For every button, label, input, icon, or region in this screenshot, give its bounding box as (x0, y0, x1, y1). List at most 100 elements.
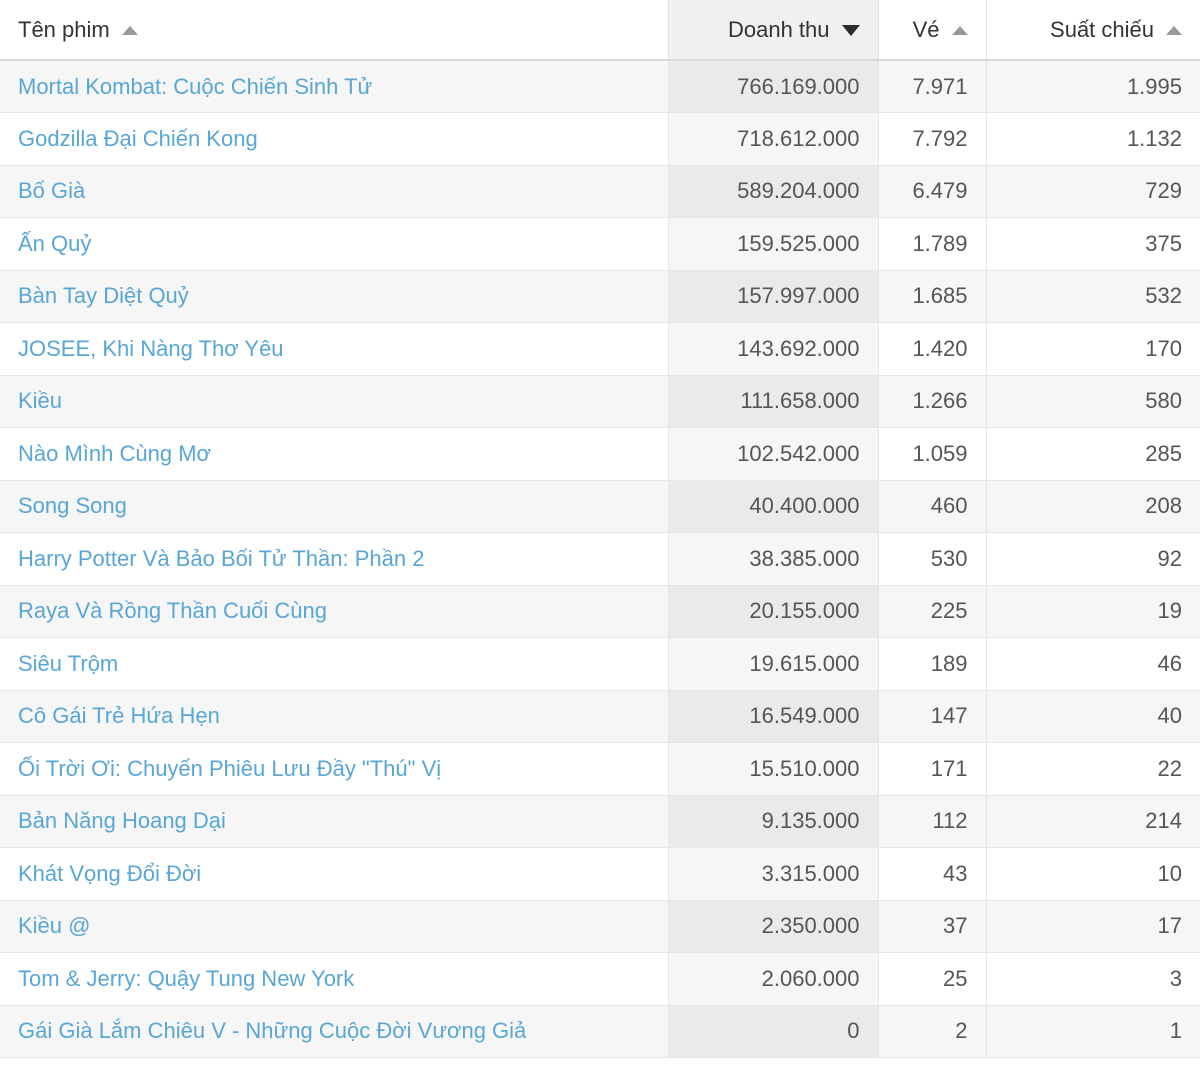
cell-shows: 285 (986, 427, 1200, 481)
cell-shows: 22 (986, 742, 1200, 796)
cell-shows: 214 (986, 795, 1200, 848)
cell-tickets: 147 (878, 690, 987, 743)
table-row[interactable]: JOSEE, Khi Nàng Thơ Yêu 143.692.000 1.420 1… (0, 322, 1200, 376)
table-row[interactable]: Nào Mình Cùng Mơ 102.542.000 1.059 285 (0, 427, 1200, 481)
cell-revenue: 111.658.000 (668, 375, 879, 428)
cell-revenue: 38.385.000 (668, 532, 879, 586)
movie-title-link[interactable]: Ấn Quỷ (18, 231, 91, 256)
movie-title-link[interactable]: Bố Già (18, 178, 85, 203)
movie-title-link[interactable]: Mortal Kombat: Cuộc Chiến Sinh Tử (18, 74, 372, 99)
cell-shows: 170 (986, 322, 1200, 376)
column-header-ve[interactable]: Vé (878, 0, 987, 61)
table-row[interactable]: Bố Già 589.204.000 6.479 729 (0, 165, 1200, 218)
table-row[interactable]: Tom & Jerry: Quậy Tung New York 2.060.000… (0, 952, 1200, 1006)
table-row[interactable]: Khát Vọng Đổi Đời 3.315.000 43 10 (0, 847, 1200, 901)
table-row[interactable]: Cô Gái Trẻ Hứa Hẹn 16.549.000 147 40 (0, 690, 1200, 743)
column-header-label-ve: Vé (912, 16, 940, 42)
column-header-doanh-thu[interactable]: Doanh thu (668, 0, 879, 61)
movie-title-link[interactable]: Tom & Jerry: Quậy Tung New York (18, 966, 354, 991)
table-row[interactable]: Raya Và Rồng Thần Cuối Cùng 20.155.000 225… (0, 585, 1200, 638)
table-row[interactable]: Harry Potter Và Bảo Bối Tử Thần: Phần 2 3… (0, 532, 1200, 586)
table-row[interactable]: Kiều @ 2.350.000 37 17 (0, 900, 1200, 953)
cell-movie-name: Khát Vọng Đổi Đời (0, 847, 669, 901)
cell-shows: 729 (986, 165, 1200, 218)
cell-tickets: 189 (878, 637, 987, 691)
table-row[interactable]: Gái Già Lắm Chiêu V - Những Cuộc Đời Vươ… (0, 1005, 1200, 1058)
cell-movie-name: Kiều (0, 375, 669, 428)
cell-movie-name: Ấn Quỷ (0, 217, 669, 271)
cell-revenue: 15.510.000 (668, 742, 879, 796)
cell-shows: 10 (986, 847, 1200, 901)
cell-shows: 40 (986, 690, 1200, 743)
table-row[interactable]: Godzilla Đại Chiến Kong 718.612.000 7.792 1… (0, 112, 1200, 166)
movie-title-link[interactable]: Siêu Trộm (18, 651, 118, 676)
cell-shows: 375 (986, 217, 1200, 271)
cell-tickets: 171 (878, 742, 987, 796)
table-head: Tên phim Doanh thu Vé Suất chiếu (0, 0, 1200, 61)
column-header-ten-phim[interactable]: Tên phim (0, 0, 669, 61)
table-row[interactable]: Mortal Kombat: Cuộc Chiến Sinh Tử 766.169… (0, 60, 1200, 113)
cell-tickets: 7.792 (878, 112, 987, 166)
table-row[interactable]: Bản Năng Hoang Dại 9.135.000 112 214 (0, 795, 1200, 848)
cell-movie-name: Mortal Kombat: Cuộc Chiến Sinh Tử (0, 60, 669, 113)
cell-revenue: 157.997.000 (668, 270, 879, 323)
cell-shows: 1.995 (986, 60, 1200, 113)
movie-revenue-table: Tên phim Doanh thu Vé Suất chiếu Mortal … (0, 0, 1200, 1058)
movie-title-link[interactable]: Bàn Tay Diệt Quỷ (18, 283, 189, 308)
cell-tickets: 112 (878, 795, 987, 848)
cell-revenue: 102.542.000 (668, 427, 879, 481)
cell-movie-name: Ối Trời Ơi: Chuyến Phiêu Lưu Đầy "Thú" V… (0, 742, 669, 796)
caret-up-icon[interactable] (121, 26, 138, 35)
cell-revenue: 40.400.000 (668, 480, 879, 533)
cell-revenue: 16.549.000 (668, 690, 879, 743)
cell-movie-name: Kiều @ (0, 900, 669, 953)
cell-revenue: 20.155.000 (668, 585, 879, 638)
movie-title-link[interactable]: Cô Gái Trẻ Hứa Hẹn (18, 703, 220, 728)
cell-tickets: 1.789 (878, 217, 987, 271)
column-header-label-suat-chieu: Suất chiếu (1050, 16, 1154, 42)
table-row[interactable]: Ấn Quỷ 159.525.000 1.789 375 (0, 217, 1200, 271)
cell-revenue: 2.060.000 (668, 952, 879, 1006)
table-row[interactable]: Ối Trời Ơi: Chuyến Phiêu Lưu Đầy "Thú" V… (0, 742, 1200, 796)
movie-title-link[interactable]: Gái Già Lắm Chiêu V - Những Cuộc Đời Vươ… (18, 1018, 526, 1043)
caret-down-icon[interactable] (841, 25, 860, 36)
cell-revenue: 3.315.000 (668, 847, 879, 901)
cell-revenue: 766.169.000 (668, 60, 879, 113)
cell-revenue: 143.692.000 (668, 322, 879, 376)
cell-shows: 17 (986, 900, 1200, 953)
cell-movie-name: Song Song (0, 480, 669, 533)
table-row[interactable]: Bàn Tay Diệt Quỷ 157.997.000 1.685 532 (0, 270, 1200, 323)
cell-shows: 1.132 (986, 112, 1200, 166)
cell-movie-name: Godzilla Đại Chiến Kong (0, 112, 669, 166)
cell-revenue: 589.204.000 (668, 165, 879, 218)
cell-tickets: 530 (878, 532, 987, 586)
movie-title-link[interactable]: JOSEE, Khi Nàng Thơ Yêu (18, 336, 284, 361)
cell-movie-name: Raya Và Rồng Thần Cuối Cùng (0, 585, 669, 638)
movie-title-link[interactable]: Godzilla Đại Chiến Kong (18, 126, 258, 151)
cell-tickets: 1.685 (878, 270, 987, 323)
table-row[interactable]: Song Song 40.400.000 460 208 (0, 480, 1200, 533)
cell-shows: 532 (986, 270, 1200, 323)
cell-revenue: 159.525.000 (668, 217, 879, 271)
table-row[interactable]: Kiều 111.658.000 1.266 580 (0, 375, 1200, 428)
column-header-suat-chieu[interactable]: Suất chiếu (986, 0, 1200, 61)
movie-title-link[interactable]: Song Song (18, 493, 127, 518)
cell-revenue: 19.615.000 (668, 637, 879, 691)
cell-movie-name: JOSEE, Khi Nàng Thơ Yêu (0, 322, 669, 376)
table-row[interactable]: Siêu Trộm 19.615.000 189 46 (0, 637, 1200, 691)
movie-title-link[interactable]: Khát Vọng Đổi Đời (18, 861, 201, 886)
cell-tickets: 7.971 (878, 60, 987, 113)
cell-movie-name: Nào Mình Cùng Mơ (0, 427, 669, 481)
movie-title-link[interactable]: Kiều (18, 388, 62, 413)
movie-title-link[interactable]: Harry Potter Và Bảo Bối Tử Thần: Phần 2 (18, 546, 424, 571)
cell-shows: 3 (986, 952, 1200, 1006)
movie-title-link[interactable]: Kiều @ (18, 913, 90, 938)
caret-up-icon[interactable] (1166, 26, 1182, 35)
cell-movie-name: Harry Potter Và Bảo Bối Tử Thần: Phần 2 (0, 532, 669, 586)
movie-title-link[interactable]: Ối Trời Ơi: Chuyến Phiêu Lưu Đầy "Thú" V… (18, 756, 441, 781)
caret-up-icon[interactable] (951, 26, 968, 35)
cell-shows: 92 (986, 532, 1200, 586)
movie-title-link[interactable]: Raya Và Rồng Thần Cuối Cùng (18, 598, 327, 623)
movie-title-link[interactable]: Bản Năng Hoang Dại (18, 808, 226, 833)
movie-title-link[interactable]: Nào Mình Cùng Mơ (18, 441, 211, 466)
